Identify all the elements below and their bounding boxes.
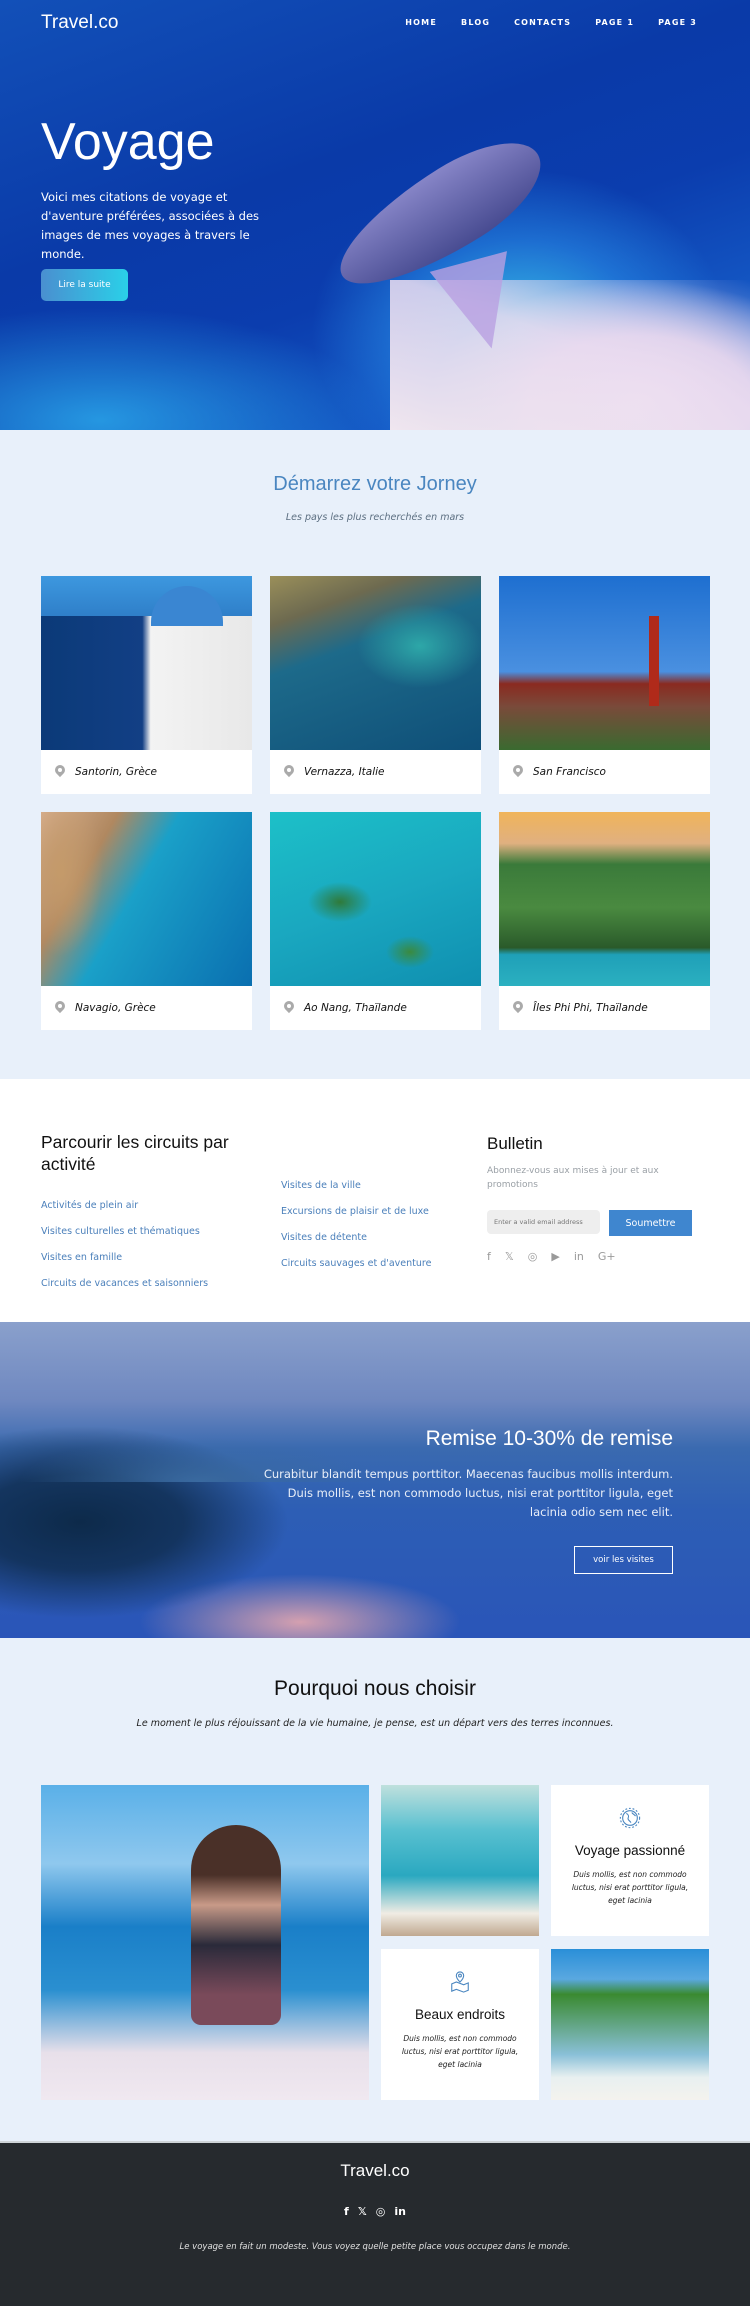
- destinations-title: Démarrez votre Jorney: [273, 473, 477, 495]
- destination-image-santorin: [41, 576, 252, 750]
- tour-link[interactable]: Circuits de vacances et saisonniers: [41, 1277, 208, 1291]
- tours-title: Parcourir les circuits par activité: [41, 1132, 229, 1174]
- nav-page-3[interactable]: PAGE 3: [658, 18, 697, 27]
- footer-quote: Le voyage en fait un modeste. Vous voyez…: [179, 2242, 571, 2252]
- why-quote: Le moment le plus réjouissant de la vie …: [136, 1718, 614, 1729]
- destination-image-navagio: [41, 812, 252, 986]
- destination-image-vernazza: [270, 576, 481, 750]
- why-choose-us-section: Pourquoi nous choisir Le moment le plus …: [0, 1638, 750, 2141]
- tours-list-2: Visites de la ville Excursions de plaisi…: [281, 1179, 431, 1271]
- discount-text: Curabitur blandit tempus porttitor. Maec…: [263, 1467, 673, 1519]
- destination-label: Ao Nang, Thaïlande: [304, 1002, 407, 1014]
- discount-title: Remise 10-30% de remise: [425, 1427, 673, 1450]
- destination-image-san-francisco: [499, 576, 710, 750]
- newsletter-text: Abonnez-vous aux mises à jour et aux pro…: [487, 1166, 659, 1190]
- twitter-icon[interactable]: 𝕏: [358, 2205, 367, 2218]
- palm-beach-photo: [551, 1949, 709, 2100]
- read-more-button[interactable]: Lire la suite: [41, 269, 128, 301]
- view-tours-button[interactable]: voir les visites: [574, 1546, 673, 1574]
- location-pin-icon: [284, 765, 294, 779]
- location-pin-icon: [284, 1001, 294, 1015]
- destination-card[interactable]: Îles Phi Phi, Thaïlande: [499, 812, 710, 1030]
- destination-label: Navagio, Grèce: [75, 1002, 156, 1014]
- hero-section: Travel.co HOME BLOG CONTACTS PAGE 1 PAGE…: [0, 0, 750, 430]
- tour-link[interactable]: Visites culturelles et thématiques: [41, 1225, 208, 1239]
- instagram-icon[interactable]: ◎: [376, 2205, 386, 2218]
- tour-link[interactable]: Circuits sauvages et d'aventure: [281, 1257, 431, 1271]
- location-pin-icon: [513, 765, 523, 779]
- beach-walk-photo: [381, 1785, 539, 1936]
- footer-social-links: f 𝕏 ◎ in: [0, 2205, 750, 2218]
- email-input[interactable]: [487, 1210, 600, 1234]
- location-pin-icon: [55, 1001, 65, 1015]
- woman-on-swing: [191, 1825, 281, 2025]
- nav-contacts[interactable]: CONTACTS: [514, 18, 571, 27]
- swing-photo: [41, 1785, 369, 2100]
- twitter-icon[interactable]: 𝕏: [505, 1250, 514, 1263]
- map-pin-icon: [451, 1971, 469, 1993]
- destination-image-ao-nang: [270, 812, 481, 986]
- tour-link[interactable]: Visites de détente: [281, 1231, 431, 1245]
- nav-page-1[interactable]: PAGE 1: [595, 18, 634, 27]
- newsletter-title: Bulletin: [487, 1134, 543, 1153]
- footer-logo[interactable]: Travel.co: [0, 2161, 750, 2181]
- feature-text: Duis mollis, est non commodo luctus, nis…: [571, 1870, 689, 1905]
- destination-card[interactable]: San Francisco: [499, 576, 710, 794]
- feature-card: Voyage passionné Duis mollis, est non co…: [551, 1785, 709, 1936]
- nav-home[interactable]: HOME: [405, 18, 437, 27]
- feature-text: Duis mollis, est non commodo luctus, nis…: [401, 2034, 519, 2069]
- google-plus-icon[interactable]: G+: [598, 1250, 616, 1263]
- feature-title: Voyage passionné: [574, 1843, 686, 1858]
- site-logo[interactable]: Travel.co: [41, 12, 118, 34]
- main-nav: HOME BLOG CONTACTS PAGE 1 PAGE 3: [405, 18, 697, 27]
- destination-card[interactable]: Santorin, Grèce: [41, 576, 252, 794]
- hero-text: Voici mes citations de voyage et d'avent…: [41, 190, 260, 261]
- location-pin-icon: [513, 1001, 523, 1015]
- tours-list-1: Activités de plein air Visites culturell…: [41, 1199, 208, 1291]
- destination-card[interactable]: Vernazza, Italie: [270, 576, 481, 794]
- destination-label: Vernazza, Italie: [304, 766, 385, 778]
- destination-card[interactable]: Ao Nang, Thaïlande: [270, 812, 481, 1030]
- instagram-icon[interactable]: ◎: [528, 1250, 538, 1263]
- destinations-grid: Santorin, Grèce Vernazza, Italie San Fra…: [41, 576, 710, 1030]
- destination-label: San Francisco: [533, 766, 606, 778]
- tour-link[interactable]: Excursions de plaisir et de luxe: [281, 1205, 431, 1219]
- youtube-icon[interactable]: ▶: [551, 1250, 559, 1263]
- feature-card: Beaux endroits Duis mollis, est non comm…: [381, 1949, 539, 2100]
- destination-card[interactable]: Navagio, Grèce: [41, 812, 252, 1030]
- linkedin-icon[interactable]: in: [394, 2205, 406, 2218]
- social-links: f 𝕏 ◎ ▶ in G+: [487, 1250, 707, 1263]
- feature-title: Beaux endroits: [414, 2007, 506, 2022]
- tour-link[interactable]: Visites de la ville: [281, 1179, 431, 1193]
- destinations-subtitle: Les pays les plus recherchés en mars: [285, 512, 465, 523]
- facebook-icon[interactable]: f: [487, 1250, 491, 1263]
- discount-section: Remise 10-30% de remise Curabitur blandi…: [0, 1322, 750, 1638]
- hero-title: Voyage: [41, 113, 215, 171]
- footer: Travel.co f 𝕏 ◎ in Le voyage en fait un …: [0, 2141, 750, 2306]
- destinations-section: Démarrez votre Jorney Les pays les plus …: [0, 430, 750, 1079]
- tour-link[interactable]: Activités de plein air: [41, 1199, 208, 1213]
- destination-image-phi-phi: [499, 812, 710, 986]
- destination-label: Santorin, Grèce: [75, 766, 158, 778]
- linkedin-icon[interactable]: in: [574, 1250, 584, 1263]
- tours-section: Parcourir les circuits par activité Acti…: [0, 1079, 750, 1322]
- tour-link[interactable]: Visites en famille: [41, 1251, 208, 1265]
- nav-blog[interactable]: BLOG: [461, 18, 490, 27]
- submit-button[interactable]: Soumettre: [609, 1210, 692, 1236]
- location-pin-icon: [55, 765, 65, 779]
- facebook-icon[interactable]: f: [344, 2205, 349, 2218]
- newsletter: Bulletin Abonnez-vous aux mises à jour e…: [487, 1134, 707, 1263]
- globe-icon: [619, 1807, 641, 1829]
- destination-label: Îles Phi Phi, Thaïlande: [533, 1002, 648, 1014]
- why-title: Pourquoi nous choisir: [274, 1677, 476, 1700]
